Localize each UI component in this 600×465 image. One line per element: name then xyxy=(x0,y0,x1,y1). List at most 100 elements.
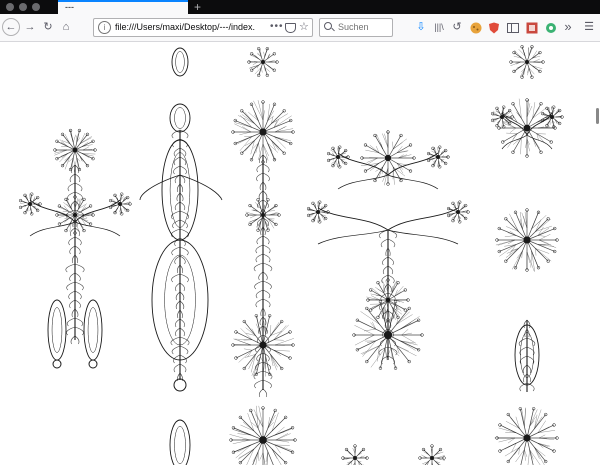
fig5-star-filament xyxy=(531,215,547,230)
fig4-upper-arm-flower-tip xyxy=(444,161,448,166)
browser-tab[interactable]: --- xyxy=(58,0,188,14)
page-content xyxy=(0,42,600,465)
window-zoom-button[interactable] xyxy=(32,3,40,11)
fig3-head-filament xyxy=(267,142,279,153)
fig2-foot xyxy=(173,378,187,392)
library-icon[interactable]: |||\ xyxy=(432,21,446,34)
fig3-head-tip xyxy=(249,158,254,162)
symmetric-ink-drawings xyxy=(18,45,564,465)
fig4-arm xyxy=(387,207,459,231)
fig1-arm-flower-filament xyxy=(29,207,31,211)
scrollbar[interactable] xyxy=(596,108,599,124)
fig4-lower-filament xyxy=(400,340,418,346)
extension-cookie-icon[interactable] xyxy=(470,22,482,34)
fig3-lower-filament xyxy=(234,338,253,340)
fig1-leg-left-pod-inner xyxy=(51,307,63,353)
fig1-chest-tip xyxy=(57,222,62,226)
fig5-star-filament xyxy=(535,248,552,262)
fig4-arm-flower-tip xyxy=(324,216,328,221)
fig3-bottom-petal xyxy=(262,439,274,465)
fig3-head-filament xyxy=(253,100,264,121)
fig3-bottom-filament xyxy=(271,448,278,459)
fig1-leg-right-pod xyxy=(83,299,103,361)
fig5-star-petal xyxy=(505,218,528,241)
fig4-head-filament xyxy=(367,157,378,165)
extension-puzzle-icon[interactable] xyxy=(545,22,557,34)
fig3-head-filament xyxy=(258,143,261,157)
extension-shield-icon[interactable] xyxy=(488,22,500,34)
fig5-star-filament xyxy=(535,248,537,256)
url-text[interactable]: file:///Users/maxi/Desktop/---/index. xyxy=(115,22,270,33)
fig1-foot xyxy=(88,359,98,369)
page-actions-button[interactable]: ••• xyxy=(270,21,284,32)
fig4-lower-petal xyxy=(357,334,389,351)
fig5-cross-filament xyxy=(507,133,518,148)
fig4-arm xyxy=(387,229,459,245)
fig5-star-tip xyxy=(513,266,518,270)
window-close-button[interactable] xyxy=(6,3,14,11)
fig5-top-filament xyxy=(510,61,521,66)
sidebar-icon[interactable] xyxy=(507,22,519,34)
fig4-upper-arm xyxy=(387,174,439,190)
back-button[interactable]: ← xyxy=(2,18,20,36)
reload-button[interactable]: ↻ xyxy=(41,21,55,34)
fig4-lower-filament xyxy=(396,311,410,325)
fig3-head-filament xyxy=(239,131,252,136)
fig3-bottom-filament xyxy=(233,444,252,453)
fig2-wings xyxy=(139,174,223,201)
pocket-icon[interactable] xyxy=(285,23,296,33)
fig4-waist-filament xyxy=(382,280,389,293)
fig3-lower-filament xyxy=(274,338,295,346)
fig1-chest-filament xyxy=(65,197,72,209)
fig4-head-filament xyxy=(393,166,395,185)
fig3-top-filament xyxy=(263,51,265,57)
fig4-upper-arm-flower-tip xyxy=(344,161,348,166)
fig4-arm xyxy=(317,207,389,231)
fig4-lower-filament xyxy=(400,322,412,330)
search-placeholder[interactable]: Suchen xyxy=(338,22,369,33)
history-icon[interactable]: ↺ xyxy=(450,21,464,34)
extension-square-icon[interactable] xyxy=(526,22,538,34)
fig3-top-filament xyxy=(264,47,269,57)
fig1-arm xyxy=(74,221,121,237)
fig3-head-filament xyxy=(267,142,273,152)
site-info-icon[interactable]: i xyxy=(98,21,111,34)
fig5-cross-filament xyxy=(532,107,548,119)
fig5-cross-filament xyxy=(532,107,540,119)
fig3-bottom-filament xyxy=(232,439,251,444)
window-titlebar: --- + xyxy=(0,0,600,14)
url-bar[interactable]: i file:///Users/maxi/Desktop/---/index. … xyxy=(93,18,313,37)
downloads-icon[interactable]: ⇩ xyxy=(414,21,428,34)
fig3-bottom-filament xyxy=(274,444,294,451)
fig4-arm-flower-filament xyxy=(457,215,459,221)
fig3-lower-filament xyxy=(270,354,278,368)
fig3-mid-filament xyxy=(263,204,266,209)
fig3-bottom-filament xyxy=(237,444,252,453)
window-minimize-button[interactable] xyxy=(19,3,27,11)
fig5-star-filament xyxy=(511,250,523,270)
fig5-star-filament xyxy=(507,232,516,236)
fig1-head-petal xyxy=(56,141,76,151)
fig3-top-filament xyxy=(261,67,263,73)
fig4-waist-filament xyxy=(394,286,404,297)
forward-button[interactable]: → xyxy=(23,21,37,34)
fig5-star-filament xyxy=(538,234,551,241)
bookmark-star-icon[interactable]: ☆ xyxy=(299,20,309,33)
new-tab-button[interactable]: + xyxy=(194,0,201,14)
fig4-head-filament xyxy=(393,166,406,177)
fig5-star-filament xyxy=(504,235,516,238)
fig1-foot xyxy=(52,359,62,369)
fig5-star-petal xyxy=(526,239,549,262)
fig2-top-pod-inner xyxy=(175,51,185,73)
fig3-bottom-petal xyxy=(252,439,264,465)
fig4-head-filament xyxy=(392,141,394,150)
hamburger-menu-icon[interactable]: ☰ xyxy=(582,21,596,34)
overflow-menu-button[interactable]: » xyxy=(561,20,575,33)
home-button[interactable]: ⌂ xyxy=(59,21,73,34)
fig4-lower-filament xyxy=(390,310,394,322)
fig5-top-filament xyxy=(533,58,540,63)
fig4-lower-filament xyxy=(364,328,376,332)
fig3-lower-filament xyxy=(270,354,277,371)
search-bar[interactable]: Suchen xyxy=(319,18,393,37)
fig5-arm xyxy=(501,112,528,136)
